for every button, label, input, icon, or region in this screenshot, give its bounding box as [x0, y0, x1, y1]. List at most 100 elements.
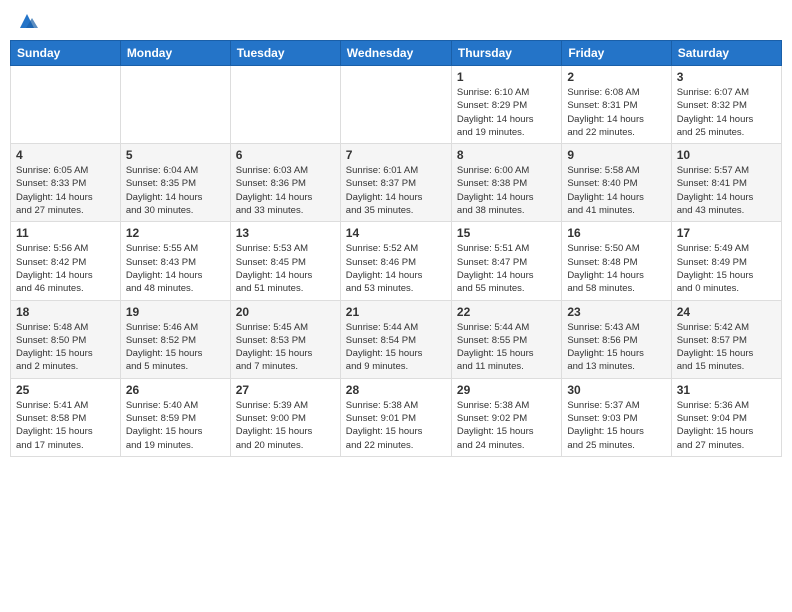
calendar-cell [11, 66, 121, 144]
day-info: Sunrise: 5:57 AM Sunset: 8:41 PM Dayligh… [677, 164, 776, 217]
calendar-cell: 3 Sunrise: 6:07 AM Sunset: 8:32 PM Daylig… [671, 66, 781, 144]
day-number: 19 [126, 305, 225, 319]
day-number: 31 [677, 383, 776, 397]
calendar-cell: 6 Sunrise: 6:03 AM Sunset: 8:36 PM Daylig… [230, 144, 340, 222]
day-info: Sunrise: 5:53 AM Sunset: 8:45 PM Dayligh… [236, 242, 335, 295]
calendar-cell: 16 Sunrise: 5:50 AM Sunset: 8:48 PM Dayli… [562, 222, 671, 300]
day-info: Sunrise: 5:40 AM Sunset: 8:59 PM Dayligh… [126, 399, 225, 452]
calendar-cell: 20 Sunrise: 5:45 AM Sunset: 8:53 PM Dayli… [230, 300, 340, 378]
day-info: Sunrise: 5:51 AM Sunset: 8:47 PM Dayligh… [457, 242, 556, 295]
day-number: 30 [567, 383, 665, 397]
calendar-cell: 12Sunrise: 5:55 AM Sunset: 8:43 PM Dayli… [120, 222, 230, 300]
calendar-cell: 22 Sunrise: 5:44 AM Sunset: 8:55 PM Dayli… [451, 300, 561, 378]
day-number: 2 [567, 70, 665, 84]
day-number: 27 [236, 383, 335, 397]
calendar-cell: 4 Sunrise: 6:05 AM Sunset: 8:33 PM Daylig… [11, 144, 121, 222]
day-number: 3 [677, 70, 776, 84]
day-info: Sunrise: 6:05 AM Sunset: 8:33 PM Dayligh… [16, 164, 115, 217]
day-number: 22 [457, 305, 556, 319]
day-number: 6 [236, 148, 335, 162]
day-info: Sunrise: 5:42 AM Sunset: 8:57 PM Dayligh… [677, 321, 776, 374]
day-info: Sunrise: 5:45 AM Sunset: 8:53 PM Dayligh… [236, 321, 335, 374]
day-info: Sunrise: 5:56 AM Sunset: 8:42 PM Dayligh… [16, 242, 115, 295]
logo [14, 10, 38, 32]
day-info: Sunrise: 6:00 AM Sunset: 8:38 PM Dayligh… [457, 164, 556, 217]
day-number: 24 [677, 305, 776, 319]
day-number: 1 [457, 70, 556, 84]
day-number: 14 [346, 226, 446, 240]
day-number: 4 [16, 148, 115, 162]
calendar-cell: 29 Sunrise: 5:38 AM Sunset: 9:02 PM Dayli… [451, 378, 561, 456]
calendar-cell: 23 Sunrise: 5:43 AM Sunset: 8:56 PM Dayli… [562, 300, 671, 378]
weekday-header: Wednesday [340, 41, 451, 66]
day-info: Sunrise: 5:41 AM Sunset: 8:58 PM Dayligh… [16, 399, 115, 452]
day-number: 13 [236, 226, 335, 240]
weekday-header: Tuesday [230, 41, 340, 66]
day-info: Sunrise: 6:03 AM Sunset: 8:36 PM Dayligh… [236, 164, 335, 217]
day-number: 7 [346, 148, 446, 162]
day-number: 20 [236, 305, 335, 319]
day-number: 29 [457, 383, 556, 397]
weekday-header: Saturday [671, 41, 781, 66]
day-number: 26 [126, 383, 225, 397]
day-info: Sunrise: 5:48 AM Sunset: 8:50 PM Dayligh… [16, 321, 115, 374]
day-info: Sunrise: 5:43 AM Sunset: 8:56 PM Dayligh… [567, 321, 665, 374]
calendar-week-row: 4 Sunrise: 6:05 AM Sunset: 8:33 PM Daylig… [11, 144, 782, 222]
weekday-header: Sunday [11, 41, 121, 66]
calendar-cell: 5 Sunrise: 6:04 AM Sunset: 8:35 PM Daylig… [120, 144, 230, 222]
calendar-cell: 18Sunrise: 5:48 AM Sunset: 8:50 PM Dayli… [11, 300, 121, 378]
calendar-cell: 2Sunrise: 6:08 AM Sunset: 8:31 PM Daylig… [562, 66, 671, 144]
day-number: 25 [16, 383, 115, 397]
day-info: Sunrise: 6:04 AM Sunset: 8:35 PM Dayligh… [126, 164, 225, 217]
calendar-cell: 17Sunrise: 5:49 AM Sunset: 8:49 PM Dayli… [671, 222, 781, 300]
calendar-cell: 19 Sunrise: 5:46 AM Sunset: 8:52 PM Dayli… [120, 300, 230, 378]
day-info: Sunrise: 5:39 AM Sunset: 9:00 PM Dayligh… [236, 399, 335, 452]
day-number: 28 [346, 383, 446, 397]
calendar-table: SundayMondayTuesdayWednesdayThursdayFrid… [10, 40, 782, 457]
calendar-week-row: 25 Sunrise: 5:41 AM Sunset: 8:58 PM Dayli… [11, 378, 782, 456]
calendar-cell: 27 Sunrise: 5:39 AM Sunset: 9:00 PM Dayli… [230, 378, 340, 456]
day-info: Sunrise: 5:50 AM Sunset: 8:48 PM Dayligh… [567, 242, 665, 295]
calendar-cell: 28Sunrise: 5:38 AM Sunset: 9:01 PM Dayli… [340, 378, 451, 456]
day-info: Sunrise: 5:49 AM Sunset: 8:49 PM Dayligh… [677, 242, 776, 295]
weekday-header: Thursday [451, 41, 561, 66]
calendar-cell: 11 Sunrise: 5:56 AM Sunset: 8:42 PM Dayli… [11, 222, 121, 300]
calendar-cell: 1Sunrise: 6:10 AM Sunset: 8:29 PM Daylig… [451, 66, 561, 144]
day-number: 5 [126, 148, 225, 162]
calendar-cell [340, 66, 451, 144]
day-info: Sunrise: 5:58 AM Sunset: 8:40 PM Dayligh… [567, 164, 665, 217]
calendar-week-row: 11 Sunrise: 5:56 AM Sunset: 8:42 PM Dayli… [11, 222, 782, 300]
day-number: 10 [677, 148, 776, 162]
weekday-header: Monday [120, 41, 230, 66]
calendar-cell: 26 Sunrise: 5:40 AM Sunset: 8:59 PM Dayli… [120, 378, 230, 456]
calendar-week-row: 1Sunrise: 6:10 AM Sunset: 8:29 PM Daylig… [11, 66, 782, 144]
calendar-cell: 14Sunrise: 5:52 AM Sunset: 8:46 PM Dayli… [340, 222, 451, 300]
calendar-cell: 21 Sunrise: 5:44 AM Sunset: 8:54 PM Dayli… [340, 300, 451, 378]
day-info: Sunrise: 5:44 AM Sunset: 8:55 PM Dayligh… [457, 321, 556, 374]
day-info: Sunrise: 5:38 AM Sunset: 9:02 PM Dayligh… [457, 399, 556, 452]
calendar-header-row: SundayMondayTuesdayWednesdayThursdayFrid… [11, 41, 782, 66]
day-info: Sunrise: 5:36 AM Sunset: 9:04 PM Dayligh… [677, 399, 776, 452]
day-number: 16 [567, 226, 665, 240]
day-number: 8 [457, 148, 556, 162]
day-number: 15 [457, 226, 556, 240]
calendar-cell: 8 Sunrise: 6:00 AM Sunset: 8:38 PM Daylig… [451, 144, 561, 222]
day-info: Sunrise: 5:37 AM Sunset: 9:03 PM Dayligh… [567, 399, 665, 452]
day-number: 9 [567, 148, 665, 162]
day-info: Sunrise: 6:07 AM Sunset: 8:32 PM Dayligh… [677, 86, 776, 139]
calendar-cell [120, 66, 230, 144]
day-info: Sunrise: 5:44 AM Sunset: 8:54 PM Dayligh… [346, 321, 446, 374]
calendar-cell: 30 Sunrise: 5:37 AM Sunset: 9:03 PM Dayli… [562, 378, 671, 456]
day-info: Sunrise: 6:01 AM Sunset: 8:37 PM Dayligh… [346, 164, 446, 217]
calendar-cell: 31 Sunrise: 5:36 AM Sunset: 9:04 PM Dayli… [671, 378, 781, 456]
calendar-cell: 13 Sunrise: 5:53 AM Sunset: 8:45 PM Dayli… [230, 222, 340, 300]
day-info: Sunrise: 5:46 AM Sunset: 8:52 PM Dayligh… [126, 321, 225, 374]
day-number: 21 [346, 305, 446, 319]
day-number: 11 [16, 226, 115, 240]
calendar-cell: 25 Sunrise: 5:41 AM Sunset: 8:58 PM Dayli… [11, 378, 121, 456]
page-header [10, 10, 782, 32]
day-info: Sunrise: 5:55 AM Sunset: 8:43 PM Dayligh… [126, 242, 225, 295]
calendar-cell: 15 Sunrise: 5:51 AM Sunset: 8:47 PM Dayli… [451, 222, 561, 300]
logo-icon [16, 10, 38, 32]
day-number: 23 [567, 305, 665, 319]
